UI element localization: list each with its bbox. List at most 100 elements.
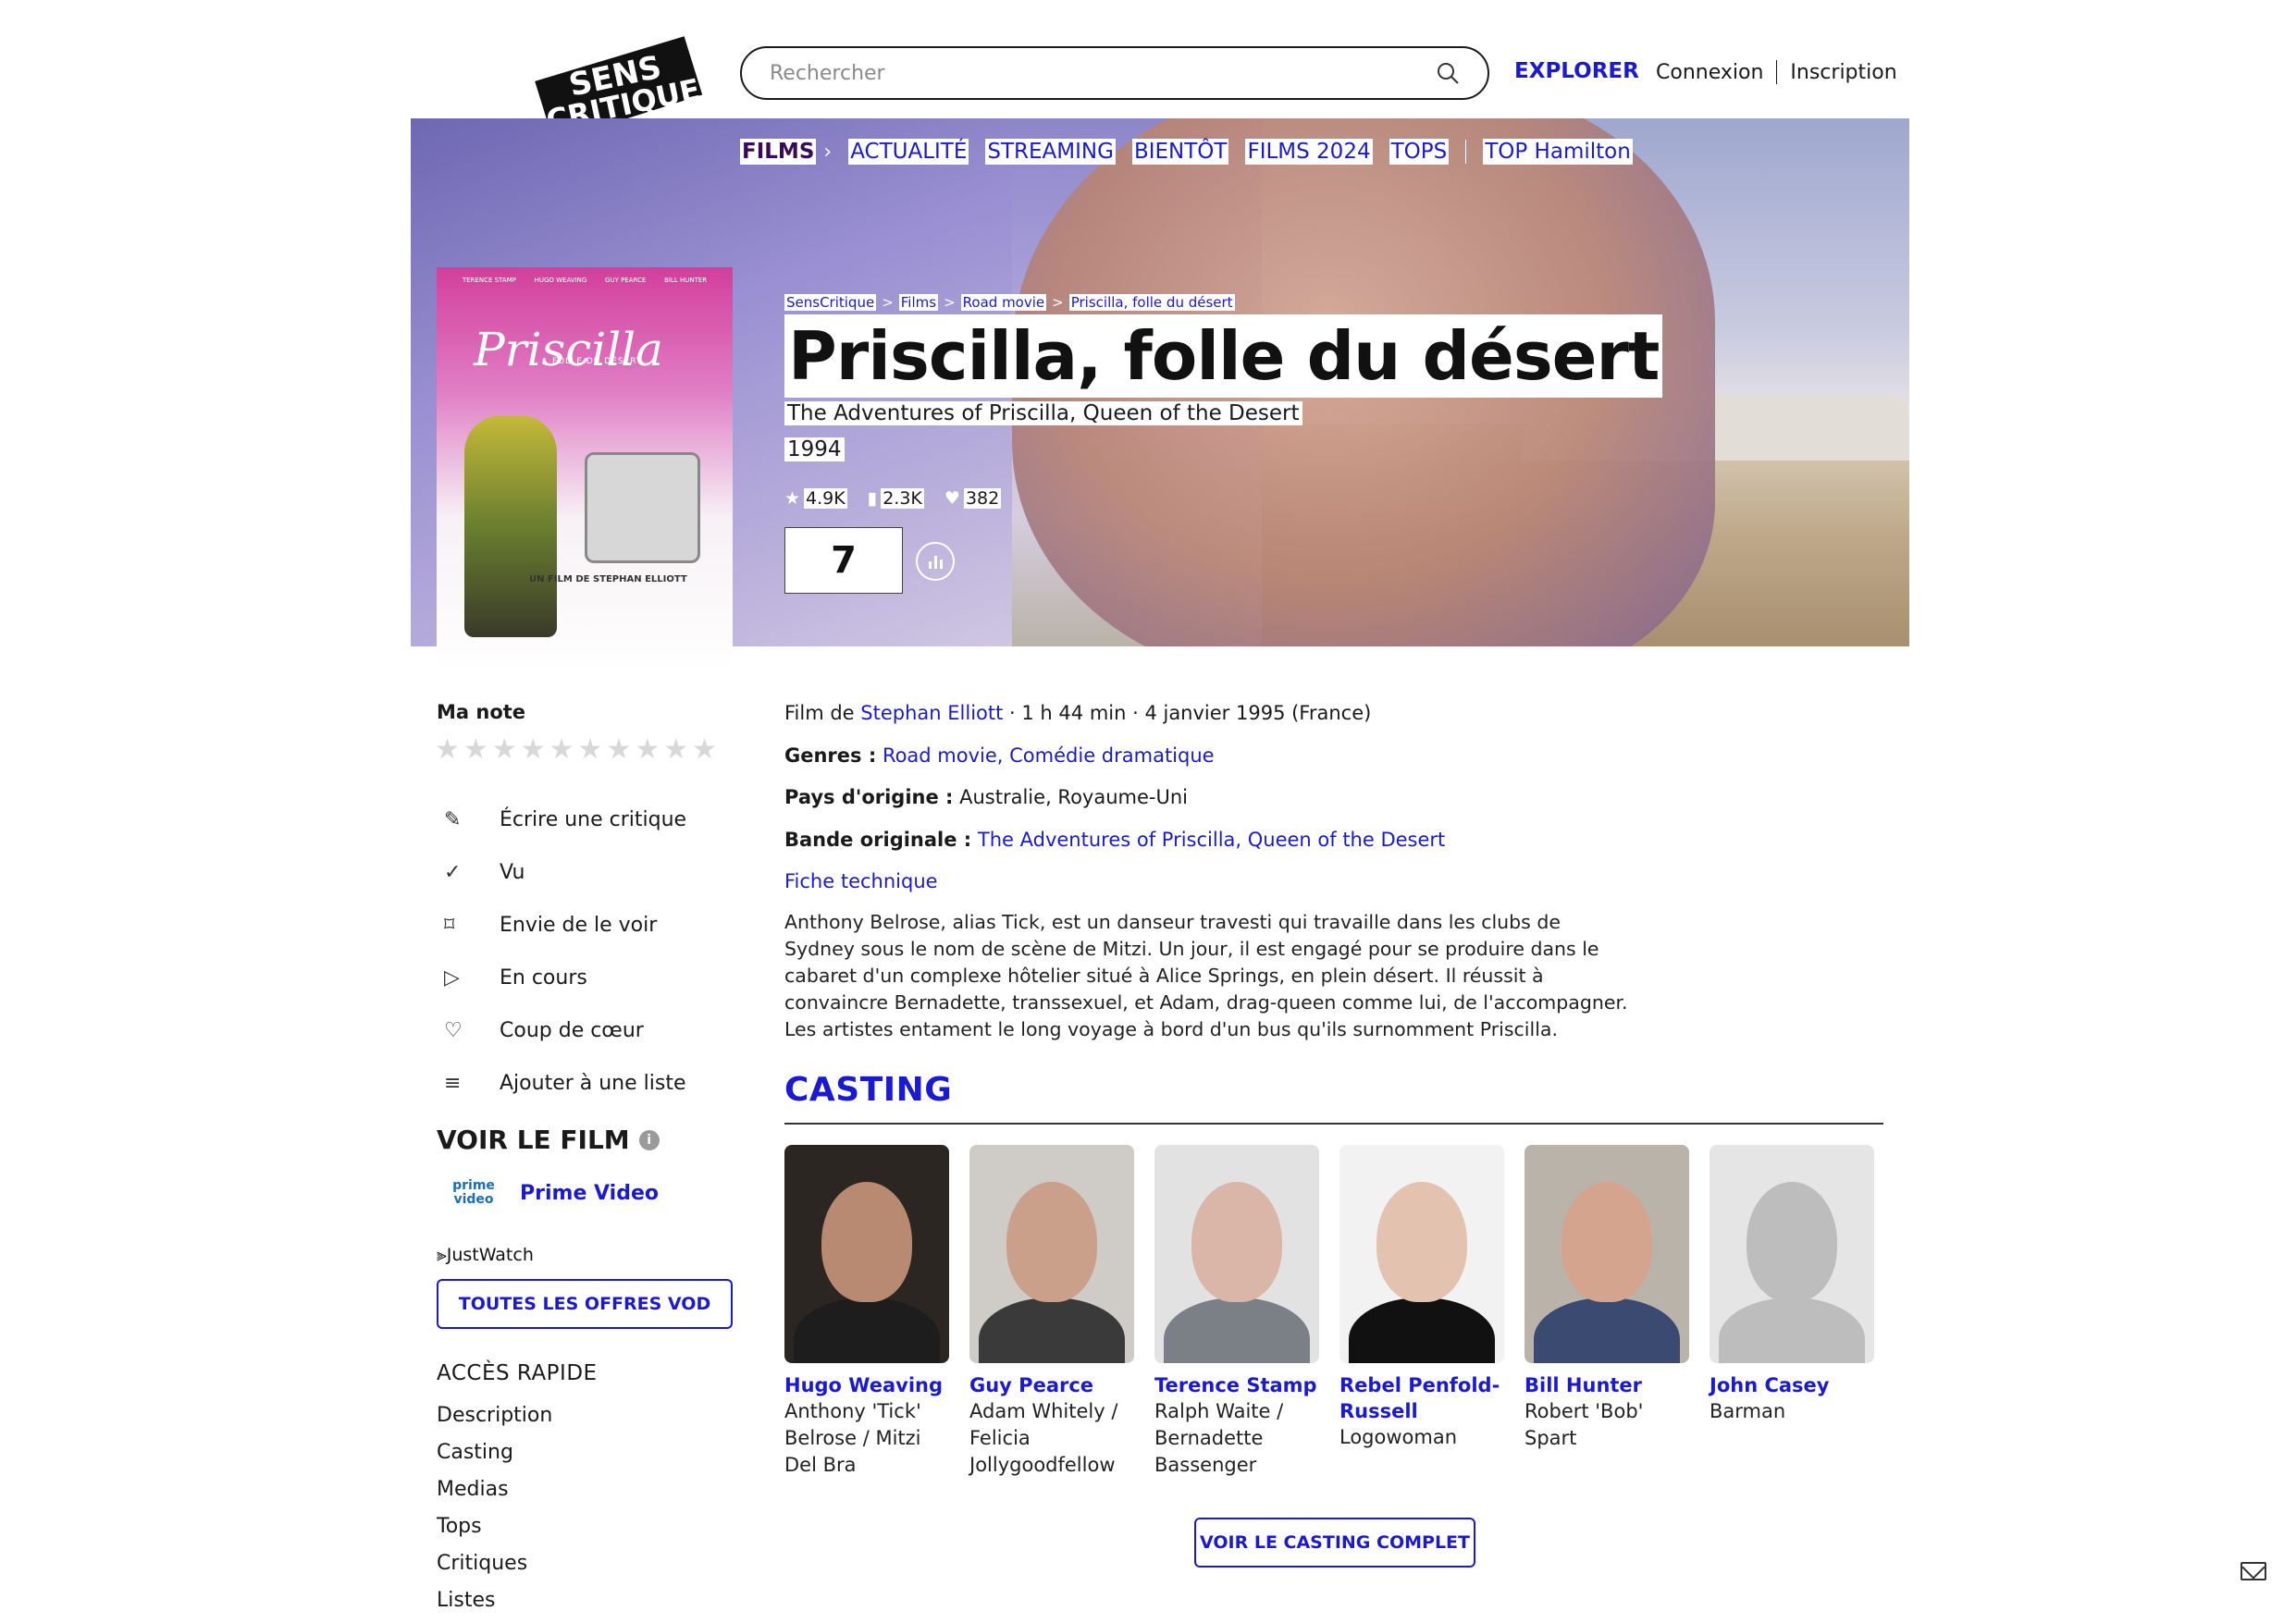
placeholder-avatar-icon[interactable] — [1710, 1145, 1874, 1363]
actor-photo[interactable] — [969, 1145, 1134, 1363]
search-input[interactable] — [770, 61, 1436, 85]
soundtrack-link[interactable]: The Adventures of Priscilla, Queen of th… — [978, 829, 1445, 851]
quick-link-description[interactable]: Description — [437, 1402, 552, 1439]
country-label: Pays d'origine : — [784, 786, 954, 808]
prime-video-link[interactable]: Prime Video — [520, 1182, 659, 1205]
justwatch-logo[interactable]: ⫸JustWatch — [437, 1245, 534, 1265]
countries-value: Australie, Royaume-Uni — [959, 786, 1188, 808]
pencil-icon: ✎ — [444, 808, 462, 831]
actor-role: Robert 'Bob' Spart — [1524, 1400, 1644, 1449]
prime-video-offer[interactable]: prime video Prime Video — [448, 1179, 659, 1207]
page-title: Priscilla, folle du désert — [784, 314, 1663, 398]
cast-card[interactable]: Terence Stamp Ralph Waite / Bernadette Ba… — [1154, 1145, 1319, 1479]
rating-star[interactable]: ★ — [635, 734, 660, 766]
cast-card[interactable]: Bill Hunter Robert 'Bob' Spart — [1524, 1145, 1689, 1479]
actor-photo[interactable] — [1339, 1145, 1504, 1363]
breadcrumb-films[interactable]: Films — [898, 294, 939, 311]
rating-star[interactable]: ★ — [606, 734, 631, 766]
breadcrumb-home[interactable]: SensCritique — [784, 294, 877, 311]
full-cast-button[interactable]: VOIR LE CASTING COMPLET — [1194, 1518, 1475, 1568]
genres-links[interactable]: Road movie, Comédie dramatique — [883, 744, 1215, 767]
actor-name-link[interactable]: Hugo Weaving — [784, 1372, 949, 1398]
wishlist-count: 2.3K — [881, 488, 924, 509]
rating-star[interactable]: ★ — [663, 734, 688, 766]
nav-top-hamilton[interactable]: TOP Hamilton — [1483, 139, 1633, 165]
nav-actualite[interactable]: ACTUALITÉ — [848, 139, 969, 165]
search-bar[interactable] — [740, 46, 1489, 100]
nav-bientot[interactable]: BIENTÔT — [1131, 139, 1229, 165]
genres-row: Genres : Road movie, Comédie dramatique — [784, 742, 1617, 769]
all-vod-offers-button[interactable]: TOUTES LES OFFRES VOD — [437, 1279, 733, 1329]
quick-link-critiques[interactable]: Critiques — [437, 1550, 552, 1587]
photo-shoulders — [1719, 1297, 1865, 1363]
photo-face — [821, 1182, 912, 1302]
actor-name-link[interactable]: John Casey — [1710, 1372, 1874, 1398]
movie-poster[interactable]: TERENCE STAMP HUGO WEAVING GUY PEARCE BI… — [437, 267, 733, 672]
breadcrumb-sep: > — [1052, 294, 1064, 311]
rating-star[interactable]: ★ — [492, 734, 517, 766]
photo-face — [1747, 1182, 1837, 1302]
actor-photo[interactable] — [1154, 1145, 1319, 1363]
login-link[interactable]: Connexion — [1656, 61, 1763, 84]
add-to-list-action[interactable]: ≡ Ajouter à une liste — [444, 1057, 686, 1110]
rating-star[interactable]: ★ — [435, 734, 460, 766]
favorite-action[interactable]: ♡ Coup de cœur — [444, 1004, 686, 1057]
action-label: Coup de cœur — [500, 1019, 644, 1042]
my-rating-stars[interactable]: ★ ★ ★ ★ ★ ★ ★ ★ ★ ★ — [435, 734, 717, 766]
action-label: Ajouter à une liste — [500, 1072, 686, 1095]
explorer-link[interactable]: EXPLORER — [1514, 59, 1639, 83]
rating-star[interactable]: ★ — [578, 734, 603, 766]
actor-name-link[interactable]: Rebel Penfold-Russell — [1339, 1372, 1504, 1424]
rating-star[interactable]: ★ — [521, 734, 546, 766]
action-label: En cours — [500, 966, 587, 990]
cast-list: Hugo Weaving Anthony 'Tick' Belrose / Mit… — [784, 1145, 1874, 1479]
poster-subtitle: FOLLE DU DÉSERT — [552, 357, 643, 366]
breadcrumb: SensCritique > Films > Road movie > Priscil… — [784, 294, 1235, 311]
write-review-action[interactable]: ✎ Écrire une critique — [444, 793, 686, 846]
rating-star[interactable]: ★ — [549, 734, 574, 766]
photo-face — [1191, 1182, 1282, 1302]
poster-cast-name: TERENCE STAMP — [462, 277, 516, 284]
cast-card[interactable]: Rebel Penfold-Russell Logowoman — [1339, 1145, 1504, 1479]
info-icon[interactable]: i — [638, 1129, 660, 1150]
nav-streaming[interactable]: STREAMING — [985, 139, 1116, 165]
nav-films[interactable]: FILMS — [740, 139, 817, 165]
signup-link[interactable]: Inscription — [1790, 61, 1896, 84]
in-progress-action[interactable]: ▷ En cours — [444, 952, 686, 1004]
rating-star[interactable]: ★ — [692, 734, 717, 766]
search-icon[interactable] — [1436, 61, 1460, 85]
rating-star[interactable]: ★ — [463, 734, 488, 766]
breadcrumb-current[interactable]: Priscilla, folle du désert — [1068, 294, 1235, 311]
quick-access-list: Description Casting Medias Tops Critique… — [437, 1402, 552, 1623]
ratings-count: 4.9K — [804, 488, 847, 509]
credit-row: Film de Stephan Elliott · 1 h 44 min · 4… — [784, 699, 1617, 727]
cast-card[interactable]: John Casey Barman — [1710, 1145, 1874, 1479]
rating-distribution-icon[interactable] — [916, 542, 955, 581]
wishlist-action[interactable]: ⌑ Envie de le voir — [444, 899, 686, 952]
actor-name-link[interactable]: Terence Stamp — [1154, 1372, 1319, 1398]
quick-link-tops[interactable]: Tops — [437, 1513, 552, 1550]
quick-link-listes[interactable]: Listes — [437, 1587, 552, 1623]
actor-name-link[interactable]: Guy Pearce — [969, 1372, 1134, 1398]
cast-card[interactable]: Hugo Weaving Anthony 'Tick' Belrose / Mit… — [784, 1145, 949, 1479]
poster-title: Priscilla — [474, 323, 663, 376]
nav-tops[interactable]: TOPS — [1389, 139, 1450, 165]
actor-name-link[interactable]: Bill Hunter — [1524, 1372, 1689, 1398]
breadcrumb-sep: > — [944, 294, 956, 311]
quick-link-medias[interactable]: Medias — [437, 1476, 552, 1513]
poster-bus — [585, 452, 700, 563]
actor-photo[interactable] — [1524, 1145, 1689, 1363]
soundtrack-label: Bande originale : — [784, 828, 972, 851]
poster-cast: TERENCE STAMP HUGO WEAVING GUY PEARCE BI… — [453, 277, 716, 284]
mail-icon[interactable] — [2240, 1562, 2266, 1580]
seen-action[interactable]: ✓ Vu — [444, 846, 686, 899]
nav-films-2024[interactable]: FILMS 2024 — [1245, 139, 1373, 165]
breadcrumb-genre[interactable]: Road movie — [960, 294, 1047, 311]
quick-link-casting[interactable]: Casting — [437, 1439, 552, 1476]
tech-sheet-link[interactable]: Fiche technique — [784, 870, 938, 892]
movie-details: Film de Stephan Elliott · 1 h 44 min · 4… — [784, 699, 1617, 910]
favorites-stat: ♥ 382 — [944, 488, 1002, 509]
cast-card[interactable]: Guy Pearce Adam Whitely / Felicia Jollygo… — [969, 1145, 1134, 1479]
director-link[interactable]: Stephan Elliott — [860, 702, 1003, 724]
actor-photo[interactable] — [784, 1145, 949, 1363]
